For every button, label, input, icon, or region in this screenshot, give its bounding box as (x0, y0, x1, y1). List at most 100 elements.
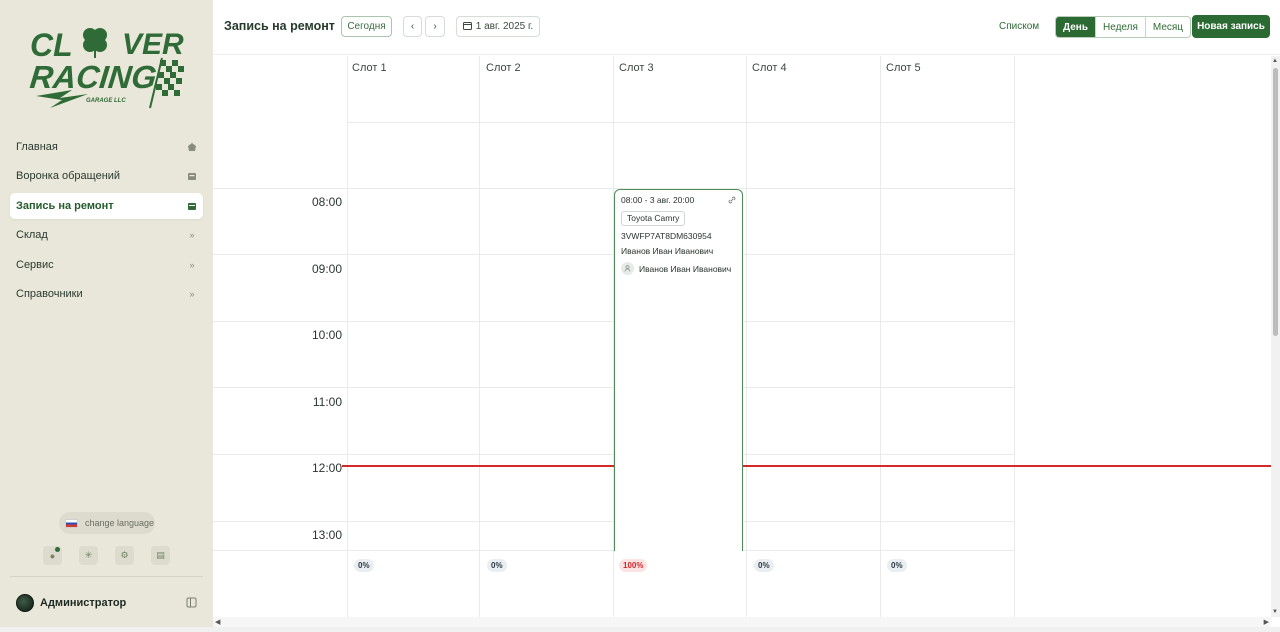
brand-logo[interactable]: CL VER RACING GARAGE LLC (28, 22, 188, 118)
time-label: 11:00 (312, 395, 342, 409)
slot-header-4: Слот 4 (752, 62, 787, 74)
calendar-icon (187, 201, 197, 211)
today-button[interactable]: Сегодня (341, 16, 392, 37)
russian-flag-icon (65, 518, 78, 528)
slot-load-badge: 0% (354, 559, 374, 572)
grid-line (880, 56, 881, 617)
date-picker-button[interactable]: 1 авг. 2025 г. (456, 16, 540, 37)
calendar-icon (462, 21, 472, 32)
slot-header-2: Слот 2 (486, 62, 521, 74)
change-language-button[interactable]: change language (59, 512, 155, 534)
time-label: 10:00 (311, 328, 342, 342)
sidebar-collapse-button[interactable] (186, 597, 198, 609)
inbox-icon (187, 171, 197, 181)
slot-header-1: Слот 1 (352, 62, 387, 74)
scroll-left-icon[interactable]: ◀ (215, 618, 220, 626)
booking-event-card[interactable]: 08:00 - 3 авг. 20:00 Toyota Camry 3VWFP7… (614, 189, 743, 551)
time-label: 12:00 (311, 461, 342, 475)
event-time-range: 08:00 - 3 авг. 20:00 (621, 195, 695, 205)
owner-name: Иванов Иван Иванович (621, 246, 714, 256)
view-day-button[interactable]: День (1056, 17, 1096, 37)
user-icon (621, 262, 634, 275)
slot-load-badge: 0% (887, 559, 907, 572)
scrollbar-thumb[interactable] (1273, 68, 1278, 336)
time-label: 09:00 (311, 262, 342, 276)
svg-text:VER: VER (122, 28, 184, 61)
toolbar: Запись на ремонт Сегодня ‹ › 1 авг. 2025… (213, 0, 1280, 55)
chevron-right-icon: » (189, 288, 195, 299)
vin-number: 3VWFP7AT8DM630954 (621, 231, 712, 241)
sidebar-item-repair-booking[interactable]: Запись на ремонт (10, 192, 203, 219)
vertical-scrollbar[interactable]: ▲ ▼ (1271, 56, 1280, 617)
time-label: 13:00 (311, 528, 342, 542)
slot-load-badge: 100% (619, 559, 648, 572)
view-week-button[interactable]: Неделя (1096, 17, 1146, 37)
sidebar-item-label: Запись на ремонт (16, 199, 114, 212)
scroll-down-icon[interactable]: ▼ (1272, 609, 1278, 615)
notifications-button[interactable]: ● (43, 546, 62, 565)
avatar (16, 594, 34, 612)
scroll-right-icon[interactable]: ▶ (1264, 618, 1269, 626)
grid-line (347, 56, 348, 617)
settings-button[interactable]: ⚙ (115, 546, 134, 565)
sidebar-item-warehouse[interactable]: Склад » (10, 222, 203, 248)
sidebar-divider (10, 576, 203, 577)
home-icon (187, 142, 197, 152)
slot-load-badge: 0% (754, 559, 774, 572)
chevron-right-icon: » (189, 259, 195, 270)
list-view-link[interactable]: Списком (999, 16, 1039, 37)
quick-actions: ● ✳ ⚙ ▤ (43, 546, 170, 565)
gear-icon: ⚙ (120, 550, 129, 560)
clover-icon (83, 28, 107, 58)
window-bottom-edge (0, 627, 1280, 632)
grid-line (1014, 56, 1015, 617)
assignee-name: Иванов Иван Иванович (639, 263, 732, 274)
grid-line (213, 188, 1014, 189)
sidebar: CL VER RACING GARAGE LLC Главная Воронка… (0, 0, 213, 632)
assignee: Иванов Иван Иванович (621, 262, 736, 275)
svg-text:GARAGE LLC: GARAGE LLC (86, 98, 126, 104)
document-icon: ▤ (156, 550, 165, 560)
slot-load-badge: 0% (487, 559, 507, 572)
current-time-indicator (342, 465, 1271, 467)
sun-icon: ✳ (84, 550, 93, 560)
grid-line (479, 56, 480, 617)
slot-header-5: Слот 5 (886, 62, 921, 74)
svg-text:CL: CL (30, 27, 73, 63)
chevron-right-icon: » (189, 230, 195, 241)
chevron-left-icon: ‹ (410, 21, 415, 32)
view-switcher: День Неделя Месяц (1055, 16, 1192, 38)
sidebar-item-label: Главная (16, 141, 58, 153)
new-entry-button[interactable]: Новая запись (1192, 15, 1270, 38)
sidebar-item-label: Справочники (16, 287, 83, 300)
day-calendar: Слот 1 Слот 2 Слот 3 Слот 4 Слот 5 08:00… (213, 56, 1271, 617)
docs-button[interactable]: ▤ (151, 546, 170, 565)
sidebar-nav: Главная Воронка обращений Запись на ремо… (10, 134, 203, 310)
sidebar-item-references[interactable]: Справочники » (10, 281, 203, 307)
sidebar-item-requests-funnel[interactable]: Воронка обращений (10, 163, 203, 189)
time-label: 08:00 (311, 195, 342, 209)
notification-dot (55, 547, 60, 552)
current-date: 1 авг. 2025 г. (475, 21, 534, 32)
next-button[interactable]: › (425, 16, 445, 37)
horizontal-scrollbar[interactable]: ◀ ▶ (213, 617, 1271, 627)
previous-button[interactable]: ‹ (403, 16, 422, 37)
chevron-right-icon: › (433, 21, 437, 32)
svg-text:RACING: RACING (28, 59, 158, 95)
sidebar-item-label: Склад (16, 229, 48, 242)
page-title: Запись на ремонт (224, 19, 335, 33)
sidebar-item-label: Сервис (16, 258, 54, 271)
user-profile[interactable]: Администратор (16, 594, 126, 612)
theme-toggle-button[interactable]: ✳ (79, 546, 98, 565)
scroll-up-icon[interactable]: ▲ (1272, 58, 1278, 64)
link-icon[interactable] (727, 195, 737, 207)
grid-line (347, 122, 1014, 123)
view-month-button[interactable]: Месяц (1146, 17, 1190, 37)
user-name: Администратор (40, 597, 127, 609)
sidebar-item-service[interactable]: Сервис » (10, 252, 203, 278)
grid-line (746, 56, 747, 617)
sidebar-item-home[interactable]: Главная (10, 134, 203, 160)
car-model-tag: Toyota Camry (621, 211, 686, 226)
change-language-label: change language (85, 518, 155, 528)
sidebar-item-label: Воронка обращений (16, 170, 121, 183)
